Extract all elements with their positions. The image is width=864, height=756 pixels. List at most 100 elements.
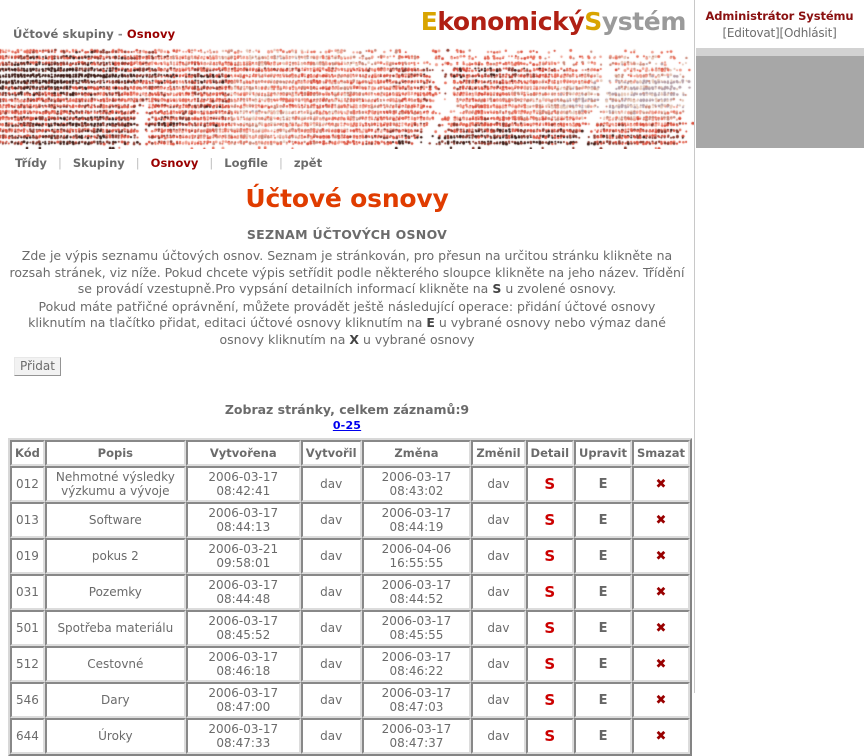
page-description: Zde je výpis seznamu účtových osnov. Sez… [8, 248, 686, 348]
cell-zmena: 2006-03-17 08:47:03 [361, 682, 472, 718]
column-header-kod[interactable]: Kód [10, 440, 45, 466]
edit-link-cell: E [574, 610, 632, 646]
table-row: 512 Cestovné 2006-03-17 08:46:18 dav 2006-03… [10, 646, 690, 682]
detail-link[interactable]: S [544, 691, 555, 709]
detail-link[interactable]: S [544, 655, 555, 673]
nav-item-skupiny[interactable]: Skupiny [71, 156, 127, 170]
column-header-zmenil[interactable]: Změnil [471, 440, 526, 466]
delete-link[interactable]: ✖ [656, 549, 667, 564]
delete-link-cell: ✖ [631, 502, 690, 538]
logo-part-s: S [584, 7, 602, 36]
delete-link-cell: ✖ [631, 610, 690, 646]
table-row: 546 Dary 2006-03-17 08:47:00 dav 2006-03-17 … [10, 682, 690, 718]
cell-zmena: 2006-03-17 08:44:52 [361, 574, 472, 610]
breadcrumb-parent[interactable]: Účtové skupiny [13, 27, 114, 41]
cell-kod: 644 [10, 718, 45, 754]
nav-separator-2: | [135, 156, 140, 170]
edit-link[interactable]: E [599, 513, 608, 528]
cell-popis: Úroky [44, 718, 186, 754]
detail-link-cell: S [525, 538, 575, 574]
detail-link[interactable]: S [544, 727, 555, 745]
cell-kod: 012 [10, 466, 45, 502]
nav-item-tridy[interactable]: Třídy [13, 156, 49, 170]
cell-popis: Nehmotné výsledky výzkumu a vývoje [44, 466, 186, 502]
delete-link-cell: ✖ [631, 646, 690, 682]
edit-link-cell: E [574, 718, 632, 754]
delete-link[interactable]: ✖ [656, 513, 667, 528]
cell-vytvoril: dav [300, 502, 362, 538]
cell-zmenil: dav [471, 718, 526, 754]
cell-zmena: 2006-03-17 08:43:02 [361, 466, 472, 502]
nav-item-zpet[interactable]: zpět [292, 156, 324, 170]
column-header-vytvoril[interactable]: Vytvořil [300, 440, 362, 466]
add-button[interactable]: Přidat [14, 357, 61, 376]
cell-vytvorena: 2006-03-17 08:42:41 [185, 466, 301, 502]
column-header-popis[interactable]: Popis [44, 440, 186, 466]
page-range-link[interactable]: 0-25 [8, 419, 686, 432]
delete-link[interactable]: ✖ [656, 477, 667, 492]
edit-link-cell: E [574, 574, 632, 610]
delete-link-cell: ✖ [631, 538, 690, 574]
cell-vytvorena: 2006-03-21 09:58:01 [185, 538, 301, 574]
table-row: 501 Spotřeba materiálu 2006-03-17 08:45:52… [10, 610, 690, 646]
delete-link[interactable]: ✖ [656, 693, 667, 708]
nav-item-osnovy[interactable]: Osnovy [149, 156, 201, 170]
app-logo: EkonomickýSystém [420, 7, 687, 36]
delete-link[interactable]: ✖ [656, 585, 667, 600]
right-panel: Administrátor Systému [Editovat][Odhlási… [694, 0, 864, 693]
header-bar: Účtové skupiny - Osnovy EkonomickýSystém [0, 0, 694, 46]
column-header-vytvorena[interactable]: Vytvořena [185, 440, 301, 466]
cell-vytvorena: 2006-03-17 08:44:48 [185, 574, 301, 610]
edit-link-cell: E [574, 682, 632, 718]
edit-link-cell: E [574, 466, 632, 502]
logo-part-e: E [420, 7, 438, 36]
detail-link-cell: S [525, 610, 575, 646]
description-paragraph-1: Zde je výpis seznamu účtových osnov. Sez… [8, 248, 686, 298]
column-header-smazat: Smazat [631, 440, 690, 466]
edit-link[interactable]: E [599, 693, 608, 708]
logout-link[interactable]: [Odhlásit] [780, 26, 837, 40]
nav-item-logfile[interactable]: Logfile [222, 156, 270, 170]
edit-link[interactable]: E [599, 621, 608, 636]
cell-zmenil: dav [471, 466, 526, 502]
edit-link[interactable]: E [599, 657, 608, 672]
detail-link[interactable]: S [544, 511, 555, 529]
detail-link-cell: S [525, 574, 575, 610]
edit-link[interactable]: E [599, 549, 608, 564]
cell-popis: pokus 2 [44, 538, 186, 574]
column-header-zmena[interactable]: Změna [361, 440, 472, 466]
cell-zmenil: dav [471, 502, 526, 538]
main-column: Účtové skupiny - Osnovy EkonomickýSystém… [0, 0, 694, 756]
logo-part-ystem: ystém [601, 7, 687, 36]
nav-separator-1: | [57, 156, 62, 170]
cell-popis: Pozemky [44, 574, 186, 610]
table-head: Kód Popis Vytvořena Vytvořil Změna Změni… [10, 440, 690, 466]
delete-link[interactable]: ✖ [656, 657, 667, 672]
edit-link[interactable]: E [599, 729, 608, 744]
delete-link-cell: ✖ [631, 574, 690, 610]
admin-name: Administrátor Systému [705, 9, 854, 23]
detail-link[interactable]: S [544, 475, 555, 493]
cell-zmena: 2006-03-17 08:44:19 [361, 502, 472, 538]
edit-link[interactable]: E [599, 585, 608, 600]
edit-profile-link[interactable]: [Editovat] [722, 26, 779, 40]
delete-link[interactable]: ✖ [656, 729, 667, 744]
detail-link[interactable]: S [544, 547, 555, 565]
cell-vytvoril: dav [300, 646, 362, 682]
description-paragraph-2: Pokud máte patřičné oprávnění, můžete pr… [8, 299, 686, 349]
cell-popis: Software [44, 502, 186, 538]
edit-link[interactable]: E [599, 477, 608, 492]
table-row: 644 Úroky 2006-03-17 08:47:33 dav 2006-03-17… [10, 718, 690, 754]
edit-link-cell: E [574, 502, 632, 538]
column-header-detail: Detail [525, 440, 575, 466]
delete-link[interactable]: ✖ [656, 621, 667, 636]
detail-link[interactable]: S [544, 583, 555, 601]
table-row: 019 pokus 2 2006-03-21 09:58:01 dav 2006-04-… [10, 538, 690, 574]
delete-link-cell: ✖ [631, 466, 690, 502]
detail-link-cell: S [525, 502, 575, 538]
edit-link-cell: E [574, 646, 632, 682]
cell-popis: Spotřeba materiálu [44, 610, 186, 646]
logo-part-konomicky: konomický [437, 7, 585, 36]
accounts-table: Kód Popis Vytvořena Vytvořil Změna Změni… [8, 438, 692, 756]
detail-link[interactable]: S [544, 619, 555, 637]
